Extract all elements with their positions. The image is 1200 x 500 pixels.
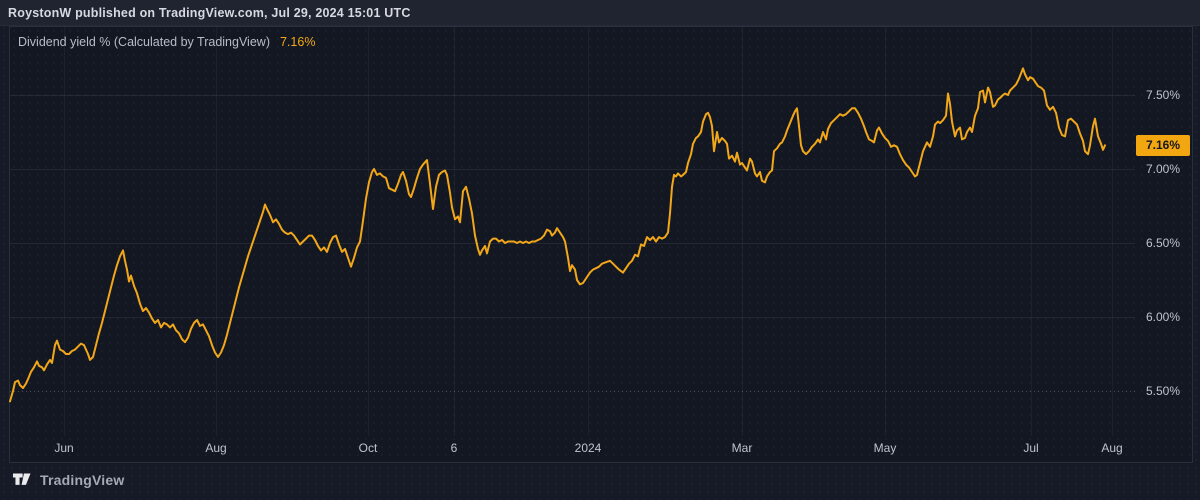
legend-series-label: Dividend yield % (Calculated by TradingV… [18, 35, 270, 49]
x-axis-tick-label: 6 [430, 441, 478, 455]
y-axis-tick-label: 7.50% [1146, 87, 1180, 103]
x-axis-tick-label: 2024 [564, 441, 612, 455]
x-axis-tick-label: Aug [1088, 441, 1136, 455]
tradingview-logo-icon [13, 472, 34, 489]
x-axis-tick-label: May [861, 441, 909, 455]
chart-legend[interactable]: Dividend yield % (Calculated by TradingV… [18, 34, 315, 50]
legend-last-value: 7.16% [280, 35, 315, 49]
x-axis-tick-label: Aug [192, 441, 240, 455]
x-axis-tick-label: Mar [718, 441, 766, 455]
x-axis-tick-label: Jun [40, 441, 88, 455]
x-axis-tick-label: Oct [344, 441, 392, 455]
y-axis-tick-label: 7.00% [1146, 161, 1180, 177]
chart-panel [9, 26, 1193, 463]
y-axis-tick-label: 5.50% [1146, 383, 1180, 399]
time-scale[interactable]: Jun Aug Oct 6 2024 Mar May Jul Aug [10, 438, 1135, 460]
y-axis-tick-label: 6.00% [1146, 309, 1180, 325]
tradingview-wordmark: TradingView [40, 472, 124, 488]
published-chart-page: RoystonW published on TradingView.com, J… [0, 0, 1200, 500]
tradingview-attribution[interactable]: TradingView [13, 469, 124, 491]
y-axis-tick-label: 6.50% [1146, 235, 1180, 251]
publication-title: RoystonW published on TradingView.com, J… [8, 0, 411, 26]
last-price-badge: 7.16% [1136, 135, 1190, 156]
publication-header-bar: RoystonW published on TradingView.com, J… [0, 0, 1200, 26]
price-scale[interactable]: 7.50% 7.00% 6.50% 6.00% 5.50% [1136, 27, 1192, 436]
x-axis-tick-label: Jul [1007, 441, 1055, 455]
